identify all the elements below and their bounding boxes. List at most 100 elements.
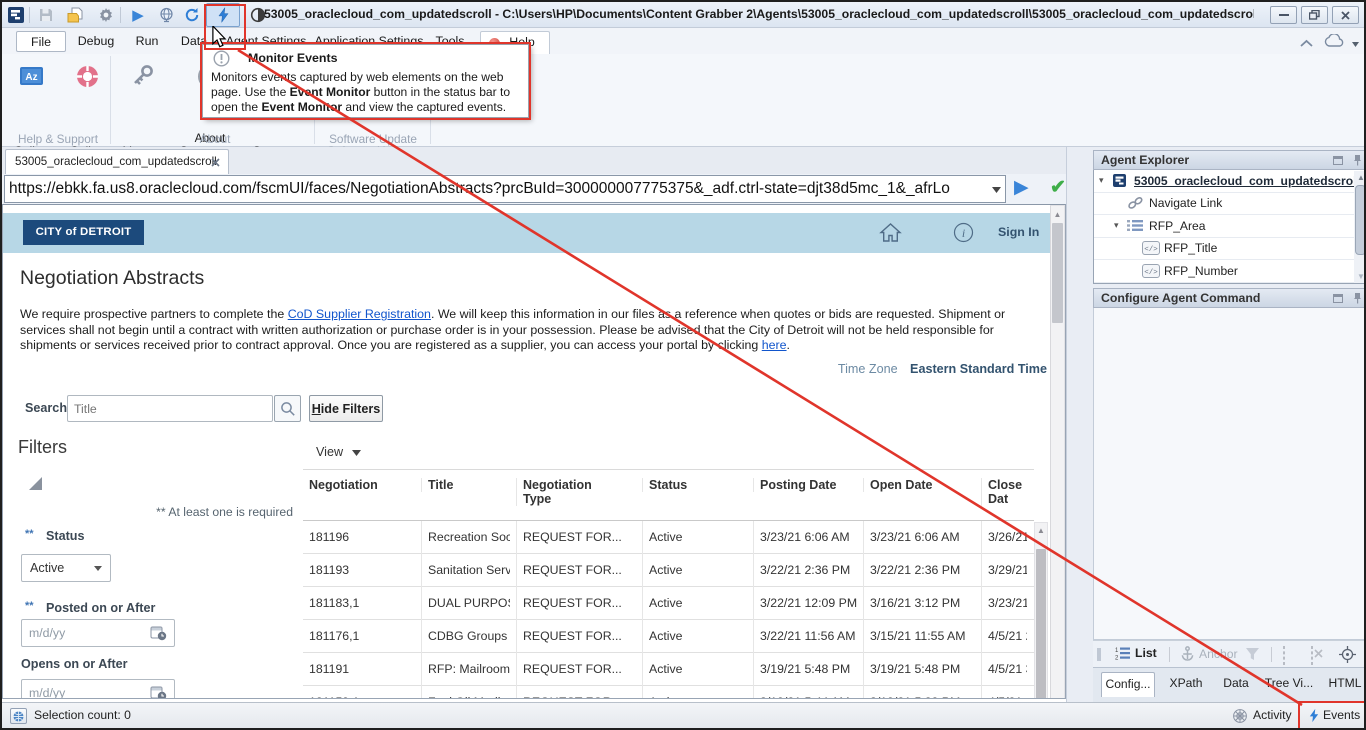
play-icon[interactable]: ▶ [128,6,148,24]
tab-debug[interactable]: Debug [74,31,118,54]
table-row[interactable]: 181176,1CDBG Groups 1...REQUEST FOR...Ac… [303,620,1034,653]
online-support-button[interactable]: Online Support [60,56,114,134]
table-scrollbar[interactable]: ▲ [1034,522,1048,699]
calendar-icon[interactable] [150,625,167,641]
calendar-icon[interactable] [150,685,167,699]
tab-html[interactable]: HTML [1323,672,1366,697]
tree-item[interactable]: </>RFP_Number [1094,260,1366,283]
navigate-button[interactable]: ▶ [1014,176,1029,199]
required-note: ** At least one is required [115,505,293,519]
here-link[interactable]: here [762,338,787,352]
tree-item[interactable]: </>RFP_Title [1094,238,1366,261]
activity-button[interactable]: Activity [1253,708,1292,722]
tab-tree-view[interactable]: Tree Vi... [1261,672,1317,697]
column-header[interactable]: Status [642,478,747,492]
scrollbar-thumb[interactable] [1036,549,1046,699]
scrollbar-thumb[interactable] [1355,185,1366,255]
home-icon[interactable] [879,222,902,248]
configure-command-header[interactable]: Configure Agent Command [1093,288,1366,308]
posted-date-input[interactable]: m/d/yy [21,619,175,647]
target-icon[interactable] [1339,646,1356,668]
supplier-registration-link[interactable]: CoD Supplier Registration [288,307,431,321]
page-scrollbar[interactable]: ▲ [1050,205,1065,699]
table-header: Negotiation Title Negotiation Type Statu… [303,469,1034,521]
timezone-label: Time Zone [838,362,898,376]
anchor-button[interactable]: Anchor [1181,646,1238,661]
events-button[interactable]: Events [1323,708,1360,722]
search-input[interactable] [67,395,273,422]
table-cell: 3/23/21 6:06 AM [863,521,975,554]
column-header[interactable]: Title [421,478,516,492]
float-panel-icon[interactable] [1333,294,1343,303]
events-lightning-icon[interactable] [1309,708,1319,728]
opens-date-input[interactable]: m/d/yy [21,679,175,699]
tree-item[interactable]: Navigate Link [1094,193,1366,216]
column-header[interactable]: Posting Date [753,478,857,492]
gear-icon[interactable] [96,6,116,24]
license-details-button[interactable]: License Details [116,56,170,134]
scroll-up-icon[interactable]: ▲ [1354,173,1366,182]
close-icon[interactable] [211,158,220,167]
table-row[interactable]: 181159,1Fuel Oil Medic...REQUEST FOR...A… [303,686,1034,699]
table-cell: Sanitation Servi... [421,554,510,587]
status-select[interactable]: Active [21,554,111,582]
table-cell: Fuel Oil Medic... [421,686,510,699]
globe-icon[interactable] [156,6,176,24]
filter-icon[interactable] [1245,647,1260,666]
column-header[interactable]: Close Dat [981,478,1033,506]
collapse-ribbon-icon[interactable] [1300,34,1313,52]
open-file-icon[interactable] [66,6,86,24]
online-help-button[interactable]: Az Online Help [6,56,56,134]
table-row[interactable]: 181196Recreation Soc...REQUEST FOR...Act… [303,521,1034,554]
monitor-events-button[interactable] [206,3,240,27]
pin-icon[interactable] [1353,154,1362,166]
table-row[interactable]: 181183,1DUAL PURPOS...REQUEST FOR...Acti… [303,587,1034,620]
cloud-icon[interactable] [1324,34,1359,52]
validate-button[interactable]: ✔ [1050,176,1066,199]
column-header[interactable]: Open Date [863,478,975,492]
info-icon [213,50,230,72]
restore-button[interactable] [1301,6,1328,24]
table-cell: REQUEST FOR... [516,521,636,554]
float-panel-icon[interactable] [1333,156,1343,165]
document-tab[interactable]: 53005_oraclecloud_com_updatedscroll [5,149,229,174]
minimize-button[interactable] [1270,6,1297,24]
tab-data[interactable]: Data [1215,672,1257,697]
drag-handle[interactable] [1097,648,1101,661]
refresh-icon[interactable] [182,6,202,24]
list-mode-button[interactable]: 12 List [1115,646,1157,660]
column-header[interactable]: Negotiation Type [516,478,616,506]
scroll-down-icon[interactable]: ▼ [1354,272,1366,281]
tree-item[interactable]: ▾53005_oraclecloud_com_updatedscroll [1094,170,1366,193]
scroll-up-icon[interactable]: ▲ [1035,526,1047,535]
hide-filters-button[interactable]: Hide Filters [309,395,383,422]
search-button[interactable] [274,395,301,422]
close-button[interactable] [1332,6,1359,24]
agent-explorer-header[interactable]: Agent Explorer [1093,150,1366,170]
collapse-panel-icon[interactable] [29,477,42,490]
column-header[interactable]: Negotiation [309,478,421,492]
table-row[interactable]: 181191RFP: Mailroom ...REQUEST FOR...Act… [303,653,1034,686]
tab-config[interactable]: Config... [1101,672,1155,697]
url-input[interactable] [4,175,1006,203]
select-region-icon[interactable] [1283,646,1285,665]
activity-icon[interactable] [1232,708,1248,729]
tab-file[interactable]: File [16,31,66,52]
pin-icon[interactable] [1353,292,1362,304]
tab-run[interactable]: Run [128,31,166,54]
scroll-up-icon[interactable]: ▲ [1051,210,1064,219]
table-row[interactable]: 181193Sanitation Servi...REQUEST FOR...A… [303,554,1034,587]
clear-region-icon[interactable] [1311,646,1313,665]
tree-item[interactable]: ▾RFP_Area [1094,215,1366,238]
scrollbar-thumb[interactable] [1052,223,1063,323]
chevron-down-icon[interactable]: ▾ [1099,175,1112,186]
sign-in-link[interactable]: Sign In [998,225,1039,239]
anchor-label: Anchor [1199,647,1238,661]
view-menu[interactable]: View [316,445,361,459]
save-icon[interactable] [36,6,56,24]
tree-scrollbar[interactable]: ▲ ▼ [1354,171,1366,283]
chevron-down-icon[interactable]: ▾ [1114,220,1127,231]
chevron-down-icon[interactable] [992,187,1001,193]
info-icon[interactable]: i [953,222,974,248]
tab-xpath[interactable]: XPath [1163,672,1209,697]
